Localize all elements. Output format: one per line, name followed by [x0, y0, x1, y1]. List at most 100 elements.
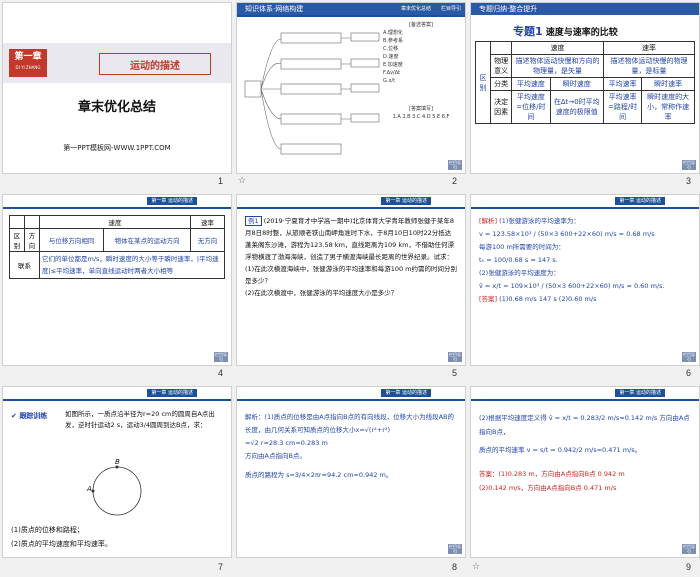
question-2: (2)在此次横渡中，张健游泳的平均速度大小是多少？: [245, 289, 398, 297]
slide-9-thumbnail[interactable]: 第一章 运动的描述 (2)根据平均速度定义得 v̄ = x/t = 0.283/…: [470, 386, 700, 558]
table-cell: 平均速度=位移/时间: [511, 90, 551, 124]
return-button[interactable]: 栏目导引: [682, 544, 696, 554]
table-cell: 描述物体运动快慢的物理量，是标量: [602, 54, 696, 78]
solution-line: 每游100 m所需要的时间为：: [479, 243, 565, 251]
solution-line: 质点的平均速率 v = s/t = 0.942/2 m/s=0.471 m/s。: [479, 446, 642, 454]
table-cell: 瞬时速度: [549, 77, 604, 91]
slide-number: 6: [686, 368, 692, 378]
slide-8-thumbnail[interactable]: 第一章 运动的描述 解析：(1)质点的位移是由A点指向B点的有向线段，位移大小为…: [236, 386, 466, 558]
slide-number: 9: [686, 562, 692, 572]
question-1: (1)在此次横渡海峡中，张健游泳的平均速率和每游100 m约需的时间分别是多少？: [245, 265, 458, 285]
table-cell: 平均速率: [602, 77, 643, 91]
row-label: 物理意义: [489, 54, 513, 78]
table-cell: 瞬时速率: [641, 77, 695, 91]
answer-side-panel: [备选答案] A.理想化 B.参考系 C.位移 D.速度 E.加速度 F.Δv/…: [383, 21, 459, 121]
solution-line: 方向由A点指向B点。: [245, 452, 306, 460]
return-button[interactable]: 栏目导引: [214, 352, 228, 362]
return-button[interactable]: 栏目导引: [448, 160, 462, 170]
slide-3-thumbnail[interactable]: 专题归纳·整合提升 专题1 速度与速率的比较 区别 速度 速率 物理意义 描述物体运动…: [470, 2, 700, 174]
return-button[interactable]: 栏目导引: [682, 160, 696, 170]
slide-header-bar: 第一章 运动的描述: [3, 195, 231, 209]
formula-line: v̄ = x/t = 109×10³ / (50×3 600+22×60) m/…: [479, 282, 665, 290]
option-f: F.Δv/Δt: [383, 70, 401, 76]
table-cell: 平均速度: [511, 77, 551, 91]
slide-2-thumbnail[interactable]: 知识体系·网络构建 章末优化总结 栏目导引 [备选答案] A.理想化 B.参考系…: [236, 2, 466, 174]
question-2: (2)质点的平均速度和平均速率。: [11, 540, 112, 548]
section-tag: 章末优化总结: [400, 6, 431, 12]
slide-header-bar: 第一章 运动的描述: [471, 387, 699, 401]
solution-line: 解析：(1)质点的位移是由A点指向B点的有向线段，位移大小为线段AB的长度，由几…: [245, 413, 455, 434]
watermark-text: 第一PPT模板网-WWW.1PPT.COM: [63, 144, 171, 152]
slide-7-thumbnail[interactable]: 第一章 运动的描述 ✔ 跟踪训练 如图所示，一质点沿半径为r=20 cm的圆周自…: [2, 386, 232, 558]
example-body: (2019·宁夏育才中学高一期中)北京体育大学青年教师张健于某年8月8日8时整，…: [245, 217, 455, 261]
answer-label: [答案]: [479, 295, 498, 303]
solution-text: [解析] (1)张健游泳的平均速率为： v = 123.58×10³ / (50…: [479, 215, 691, 306]
knowledge-mindmap: [244, 32, 380, 155]
table-cell: 它们的单位都是m/s，瞬时速度的大小等于瞬时速率，|平均速度|≤平均速率，单向直…: [39, 251, 225, 279]
option-d: D.速度: [383, 54, 399, 60]
circle-diagram: [91, 465, 142, 516]
col-header: 速率: [190, 215, 225, 229]
row-label: 方向: [24, 228, 40, 252]
analysis-label: [解析]: [479, 217, 498, 225]
slide-number: 1: [218, 176, 224, 186]
point-b-label: B: [115, 458, 120, 466]
chapter-tag: 第一章 运动的描述: [147, 389, 197, 397]
solution-line: (1)张健游泳的平均速率为：: [499, 217, 580, 225]
topic-name: 速度与速率的比较: [545, 28, 618, 38]
table-cell: 物体在某点的运动方向: [103, 228, 192, 252]
chapter-badge: 第一章 DI YI ZHANG: [9, 49, 47, 77]
return-button[interactable]: 栏目导引: [448, 352, 462, 362]
nav-tag: 栏目导引: [440, 6, 461, 12]
point-a-label: A: [87, 485, 92, 493]
table-cell: 瞬时速度的大小，常称作速率: [641, 90, 695, 124]
chapter-tag: 第一章 运动的描述: [615, 197, 665, 205]
slide-number: 5: [452, 368, 458, 378]
chapter-title: 运动的描述: [130, 61, 180, 72]
return-button[interactable]: 栏目导引: [448, 544, 462, 554]
option-c: C.位移: [383, 46, 399, 52]
row-label: 区别: [9, 228, 25, 252]
option-g: G.x/t: [383, 78, 396, 84]
slide-number: 2: [452, 176, 458, 186]
option-e: E.加速度: [383, 62, 403, 68]
slide-header-bar: 第一章 运动的描述: [3, 387, 231, 401]
section-header: 知识体系·网络构建: [245, 5, 304, 13]
slide-number: 7: [218, 562, 224, 572]
slide-4-thumbnail[interactable]: 第一章 运动的描述 速度 速率 区别 方向 与位移方向相同 物体在某点的运动方向 无方向 …: [2, 194, 232, 366]
section-header: 专题归纳·整合提升: [479, 5, 538, 13]
formula-line: t₀ = 100/0.68 s ≈ 147 s.: [479, 256, 558, 264]
col-header: 速率: [602, 41, 696, 55]
table-cell: 描述物体运动快慢和方向的物理量，是矢量: [511, 54, 604, 78]
table-cell: 无方向: [190, 228, 225, 252]
option-a: A.理想化: [383, 30, 403, 36]
col-header: 速度: [38, 215, 192, 229]
slide-5-thumbnail[interactable]: 第一章 运动的描述 例1 (2019·宁夏育才中学高一期中)北京体育大学青年教师…: [236, 194, 466, 366]
solution-line: =√2 r≈28.3 cm=0.283 m: [245, 439, 328, 447]
answer-line: (2)0.142 m/s，方向由A点指向B点 0.471 m/s: [479, 484, 617, 492]
answer-line: 答案：(1)0.283 m，方向由A点指向B点 0.942 m: [479, 470, 625, 478]
slide-6-thumbnail[interactable]: 第一章 运动的描述 [解析] (1)张健游泳的平均速率为： v = 123.58…: [470, 194, 700, 366]
training-badge: ✔ 跟踪训练: [11, 411, 47, 421]
slide-header-bar: 专题归纳·整合提升: [471, 3, 699, 15]
return-button[interactable]: 栏目导引: [682, 352, 696, 362]
comparison-table-continued: 速度 速率 区别 方向 与位移方向相同 物体在某点的运动方向 无方向 联系 它们的单位都是m…: [9, 215, 225, 279]
slide-header-bar: 第一章 运动的描述: [237, 195, 465, 209]
check-icon: ✔: [11, 412, 17, 420]
slide-title: 章末优化总结: [77, 100, 156, 115]
slide-header-bar: 第一章 运动的描述: [237, 387, 465, 401]
solution-line: (2)根据平均速度定义得 v̄ = x/t = 0.283/2 m/s≈0.14…: [479, 414, 690, 436]
row-label: 分类: [489, 77, 513, 91]
example-text: 例1 (2019·宁夏育才中学高一期中)北京体育大学青年教师张健于某年8月8日8…: [245, 215, 457, 299]
problem-text: 如图所示，一质点沿半径为r=20 cm的圆周自A点出发，逆时针运动2 s，运动3…: [65, 410, 215, 429]
row-label: 决定因素: [489, 90, 513, 124]
slide-1-thumbnail[interactable]: 第一章 DI YI ZHANG 运动的描述 章末优化总结 第一PPT模板网-WW…: [2, 2, 232, 174]
table-cell: 在Δt→0时平均速度的极限值: [549, 90, 604, 124]
topic-number: 专题1: [513, 25, 543, 38]
chapter-pinyin: DI YI ZHANG: [15, 65, 41, 70]
chapter-tag: 第一章 运动的描述: [381, 197, 431, 205]
transition-icon: ☆: [238, 176, 247, 186]
formula-line: v = 123.58×10³ / (50×3 600+22×60) m/s ≈ …: [479, 230, 655, 238]
row-header: 区别: [475, 41, 491, 124]
comparison-table: 区别 速度 速率 物理意义 描述物体运动快慢和方向的物理量，是矢量 描述物体运动快慢的物…: [475, 41, 696, 124]
